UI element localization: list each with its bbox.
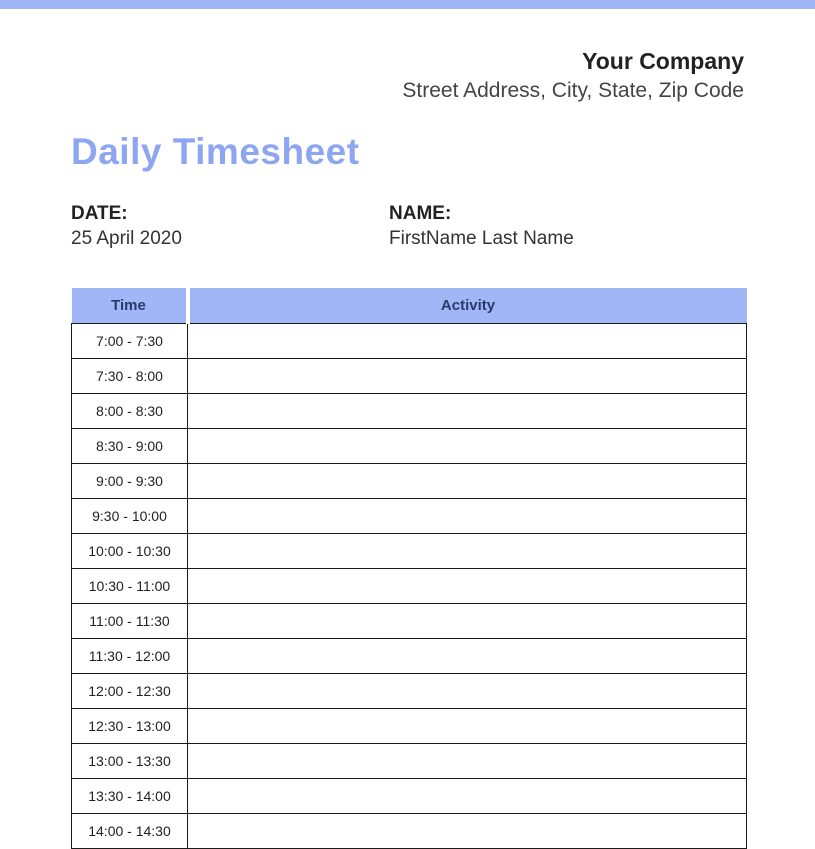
- company-address: Street Address, City, State, Zip Code: [71, 79, 744, 103]
- date-block: DATE: 25 April 2020: [71, 203, 389, 250]
- activity-cell[interactable]: [188, 499, 747, 534]
- time-cell: 12:00 - 12:30: [72, 674, 188, 709]
- table-row: 9:00 - 9:30: [72, 464, 747, 499]
- activity-cell[interactable]: [188, 394, 747, 429]
- time-cell: 10:00 - 10:30: [72, 534, 188, 569]
- time-cell: 14:00 - 14:30: [72, 814, 188, 849]
- time-cell: 13:00 - 13:30: [72, 744, 188, 779]
- activity-cell[interactable]: [188, 464, 747, 499]
- activity-cell[interactable]: [188, 359, 747, 394]
- activity-cell[interactable]: [188, 709, 747, 744]
- table-header-row: Time Activity: [72, 288, 747, 324]
- table-row: 13:30 - 14:00: [72, 779, 747, 814]
- activity-cell[interactable]: [188, 779, 747, 814]
- time-cell: 8:30 - 9:00: [72, 429, 188, 464]
- table-row: 7:00 - 7:30: [72, 324, 747, 359]
- time-cell: 11:00 - 11:30: [72, 604, 188, 639]
- name-label: NAME:: [389, 203, 574, 225]
- activity-cell[interactable]: [188, 569, 747, 604]
- date-label: DATE:: [71, 203, 389, 225]
- table-row: 10:30 - 11:00: [72, 569, 747, 604]
- activity-cell[interactable]: [188, 744, 747, 779]
- company-header: Your Company Street Address, City, State…: [71, 47, 744, 103]
- time-column-header: Time: [72, 288, 188, 324]
- table-row: 10:00 - 10:30: [72, 534, 747, 569]
- table-row: 8:30 - 9:00: [72, 429, 747, 464]
- time-cell: 12:30 - 13:00: [72, 709, 188, 744]
- name-value: FirstName Last Name: [389, 228, 574, 250]
- timesheet-table: Time Activity 7:00 - 7:307:30 - 8:008:00…: [71, 288, 747, 849]
- time-cell: 10:30 - 11:00: [72, 569, 188, 604]
- activity-cell[interactable]: [188, 324, 747, 359]
- activity-column-header: Activity: [188, 288, 747, 324]
- page-content: Your Company Street Address, City, State…: [0, 47, 815, 849]
- table-row: 9:30 - 10:00: [72, 499, 747, 534]
- activity-cell[interactable]: [188, 534, 747, 569]
- activity-cell[interactable]: [188, 639, 747, 674]
- page-title: Daily Timesheet: [71, 131, 744, 173]
- table-row: 14:00 - 14:30: [72, 814, 747, 849]
- info-row: DATE: 25 April 2020 NAME: FirstName Last…: [71, 203, 744, 250]
- date-value: 25 April 2020: [71, 228, 389, 250]
- top-accent-bar: [0, 0, 815, 9]
- activity-cell[interactable]: [188, 604, 747, 639]
- table-row: 11:30 - 12:00: [72, 639, 747, 674]
- time-cell: 13:30 - 14:00: [72, 779, 188, 814]
- time-cell: 7:30 - 8:00: [72, 359, 188, 394]
- name-block: NAME: FirstName Last Name: [389, 203, 574, 250]
- table-row: 13:00 - 13:30: [72, 744, 747, 779]
- time-cell: 7:00 - 7:30: [72, 324, 188, 359]
- table-row: 11:00 - 11:30: [72, 604, 747, 639]
- table-row: 12:00 - 12:30: [72, 674, 747, 709]
- time-cell: 9:30 - 10:00: [72, 499, 188, 534]
- activity-cell[interactable]: [188, 429, 747, 464]
- company-name: Your Company: [71, 47, 744, 77]
- time-cell: 9:00 - 9:30: [72, 464, 188, 499]
- time-cell: 11:30 - 12:00: [72, 639, 188, 674]
- activity-cell[interactable]: [188, 674, 747, 709]
- activity-cell[interactable]: [188, 814, 747, 849]
- table-row: 7:30 - 8:00: [72, 359, 747, 394]
- table-row: 8:00 - 8:30: [72, 394, 747, 429]
- time-cell: 8:00 - 8:30: [72, 394, 188, 429]
- table-row: 12:30 - 13:00: [72, 709, 747, 744]
